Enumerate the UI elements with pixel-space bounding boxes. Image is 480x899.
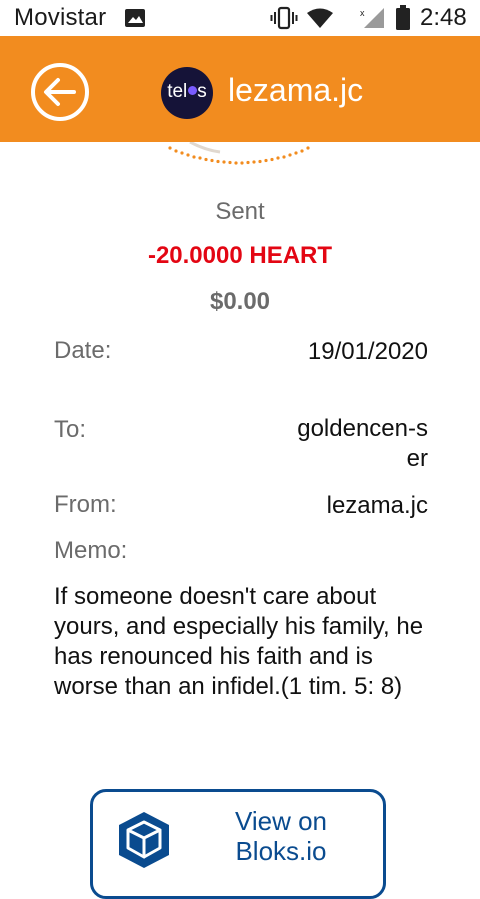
date-label: Date: <box>54 337 112 364</box>
vibrate-icon <box>270 6 298 30</box>
from-label: From: <box>54 491 117 518</box>
image-icon <box>125 9 145 27</box>
dotted-arc-decoration <box>168 142 310 165</box>
view-on-bloks-label: View on Bloks.io <box>234 806 328 866</box>
view-on-bloks-button[interactable]: View on Bloks.io <box>90 789 386 899</box>
to-label: To: <box>54 416 87 443</box>
memo-text: If someone doesn't care about yours, and… <box>54 583 424 700</box>
date-value: 19/01/2020 <box>307 338 428 365</box>
cube-icon <box>119 812 169 868</box>
logo-text-start: tel <box>167 81 188 102</box>
to-value: goldencen-ser <box>297 415 428 472</box>
logo-dot <box>187 86 197 96</box>
account-title: lezama.jc <box>228 72 364 108</box>
battery-icon <box>396 5 410 30</box>
transaction-type: Sent <box>215 198 265 225</box>
telos-logo: tel s <box>161 67 213 119</box>
status-bar: Movistar x 2:48 <box>0 0 480 36</box>
wifi-icon <box>307 8 333 28</box>
clock: 2:48 <box>420 4 467 31</box>
transaction-amount: -20.0000 HEART <box>147 242 333 269</box>
memo-label: Memo: <box>54 537 128 564</box>
logo-text-end: s <box>197 81 207 102</box>
carrier-name: Movistar <box>14 4 107 31</box>
signal-icon: x <box>360 8 384 28</box>
svg-text:x: x <box>360 8 365 18</box>
back-arrow-icon[interactable] <box>30 62 90 122</box>
transaction-fiat-value: $0.00 <box>209 288 271 315</box>
from-value: lezama.jc <box>326 492 428 519</box>
